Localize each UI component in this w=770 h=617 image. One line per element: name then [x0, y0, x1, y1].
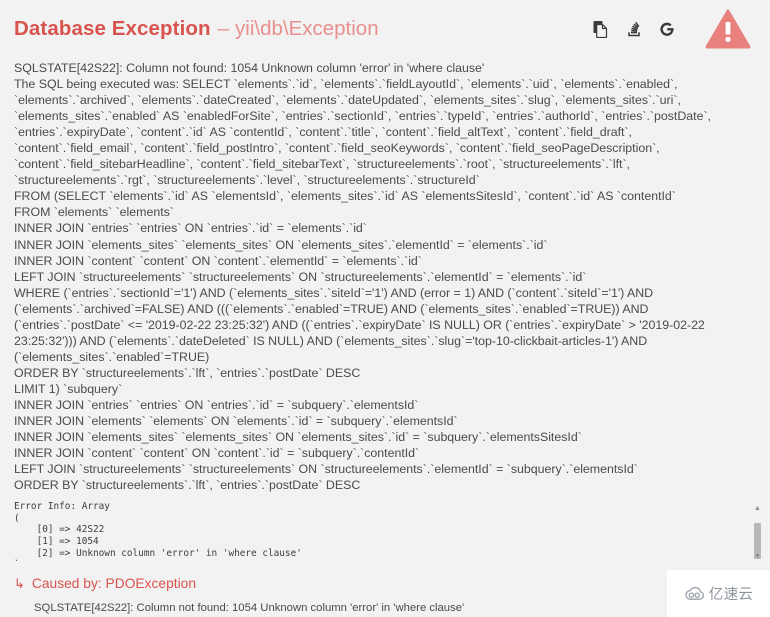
cloud-icon: [685, 586, 704, 600]
scrollbar-track[interactable]: [751, 513, 764, 560]
error-info-text: Error Info: Array ( [0] => 42S22 [1] => …: [14, 501, 302, 561]
exception-message: SQLSTATE[42S22]: Column not found: 1054 …: [14, 61, 711, 493]
header-tools: [591, 19, 676, 38]
stackoverflow-icon[interactable]: [624, 19, 643, 38]
google-icon[interactable]: [657, 19, 676, 38]
scroll-up-arrow-icon[interactable]: ▲: [751, 504, 764, 513]
exception-class: yii\db\Exception: [235, 16, 379, 40]
caused-by-section: ↳ Caused by: PDOException SQLSTATE[42S22…: [0, 561, 770, 617]
watermark-text: 亿速云: [708, 587, 754, 603]
error-info-scrollbar[interactable]: ▲ ▼: [751, 504, 764, 562]
page-title: Database Exception – yii\db\Exception: [14, 17, 591, 41]
title-separator: –: [217, 16, 230, 40]
warning-triangle-icon: [704, 7, 752, 51]
error-header: Database Exception – yii\db\Exception: [0, 0, 770, 57]
exception-title: Database Exception: [14, 16, 211, 40]
error-info-block: Error Info: Array ( [0] => 42S22 [1] => …: [0, 501, 770, 562]
caused-by-label: Caused by: PDOException: [31, 575, 197, 591]
watermark: 亿速云: [667, 570, 770, 617]
caused-by-heading[interactable]: ↳ Caused by: PDOException: [14, 575, 746, 592]
caused-by-message: SQLSTATE[42S22]: Column not found: 1054 …: [34, 602, 465, 615]
scroll-down-arrow-icon[interactable]: ▼: [751, 552, 764, 561]
arrow-right-down-icon: ↳: [14, 576, 25, 592]
error-page: Database Exception – yii\db\Exception SQ…: [0, 0, 770, 617]
copy-icon[interactable]: [591, 19, 610, 38]
